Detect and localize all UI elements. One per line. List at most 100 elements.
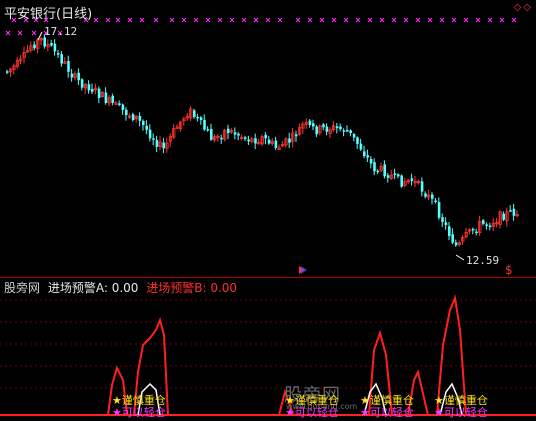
chart-title: 平安银行(日线) [4,7,93,22]
indicator-name[interactable]: 股旁网 [4,281,40,295]
marker-light-position-4: ★可以轻仓 [434,406,488,419]
candle-body-down [308,120,312,125]
candle-body-down [410,178,414,182]
candle-body-down [53,43,57,52]
candle-body-down [254,138,257,144]
candle-body-down [325,126,329,132]
candle-body-down [244,137,247,139]
marker-light-position-3: ★可以轻仓 [360,406,414,419]
candle-body-down [397,174,400,177]
candle-body-down [363,151,366,156]
candle-body-down [509,210,512,212]
candle-body-down [233,132,237,135]
candle-body-down [346,130,349,132]
candle-body-down [131,114,135,121]
candle-body-down [264,134,267,139]
candle-body-down [369,158,373,164]
candle-body-down [247,139,250,142]
candle-body-down [471,228,475,231]
candle-body-down [431,194,434,199]
candle-body-down [267,139,271,144]
candle-body-down [349,130,352,134]
high-price-label: 17.12 [44,25,78,38]
candle-body-down [342,130,346,132]
candle-body-down [50,43,53,46]
candle-body-down [145,125,148,130]
candle-body-down [121,104,125,110]
marker-light-position-2: ★可以轻仓 [285,406,339,419]
candle-body-down [125,109,128,116]
marker-light-position-1: ★可以轻仓 [112,406,166,419]
candle-body-down [376,170,380,173]
candle-body-down [502,213,505,220]
indicator-value-b: 进场预警B: 0.00 [146,281,238,295]
candle-body-down [210,128,213,140]
candle-body-down [335,126,339,129]
candle-body-down [288,138,291,143]
candle-body-down [454,242,458,246]
candle-body-down [77,72,80,81]
candle-body-down [196,116,199,119]
candle-body-down [383,164,386,177]
candle-body-down [6,71,9,73]
candle-body-down [162,142,165,149]
indicator-header: 股旁网 进场预警A: 0.00 进场预警B: 0.00 [4,279,241,296]
candle-body-down [60,54,63,64]
candle-body-down [434,200,437,203]
candle-body-down [448,226,451,237]
panel-divider[interactable] [0,277,536,278]
candle-body-down [97,88,101,98]
candle-body-down [237,133,240,136]
candle-body-down [33,44,36,49]
candle-body-down [193,110,196,117]
candle-body-down [315,126,318,135]
candle-body-down [512,208,516,216]
candle-body-down [67,60,70,72]
candle-body-down [70,73,74,78]
candle-body-down [91,88,94,92]
indicator-value-a: 进场预警A: 0.00 [47,281,139,295]
candle-body-down [441,217,444,223]
candle-body-down [206,129,210,131]
candle-body-down [444,222,448,226]
candle-body-down [356,137,359,144]
candle-body-down [400,175,403,187]
candle-body-down [482,220,485,224]
candle-body-down [43,37,46,47]
stock-chart-window: 平安银行(日线) ◇◇ 17.12 12.59 $ 股旁网 进场预警A: 0.0… [0,0,536,421]
candle-body-down [451,234,454,243]
candle-body-down [199,117,203,121]
window-corner-icons[interactable]: ◇◇ [514,2,533,13]
candle-body-down [488,225,492,228]
candle-body-down [359,143,363,150]
candle-body-down [437,202,441,218]
candle-body-down [155,139,159,147]
candle-body-down [57,53,60,55]
candle-body-down [373,162,376,172]
candle-body-down [220,137,223,140]
low-pointer [455,254,465,261]
candle-body-down [295,134,298,137]
signal-arrow-icon [301,266,307,274]
candle-body-down [87,84,91,91]
candle-body-down [312,123,315,127]
kline-chart-canvas[interactable] [0,0,536,421]
candle-body-down [352,134,356,138]
candle-body-down [274,140,278,148]
candle-body-down [152,138,155,140]
candle-body-down [339,126,342,130]
candle-body-down [485,224,488,226]
candle-body-down [322,124,325,128]
signal-dollar-mark: $ [505,263,513,277]
candle-body-down [138,116,142,121]
candle-body-down [424,193,427,197]
candle-body-down [118,103,121,105]
candle-body-down [203,119,206,130]
candle-body-down [227,128,230,134]
candle-body-down [393,173,397,175]
candle-body-down [366,155,369,158]
candle-body-down [111,95,114,103]
candle-body-down [386,175,390,178]
candle-body-down [420,181,424,192]
low-price-label: 12.59 [466,254,500,267]
